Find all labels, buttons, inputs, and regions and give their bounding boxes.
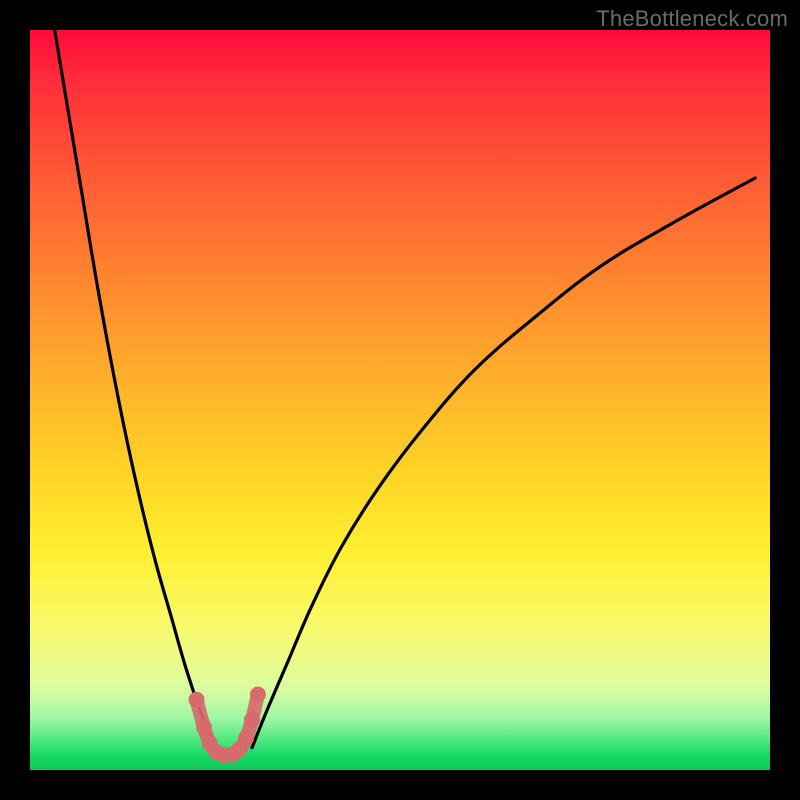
valley-accent-dots <box>189 687 266 764</box>
plot-area <box>30 30 770 770</box>
left-branch-curve <box>52 30 215 748</box>
curve-layer <box>30 30 770 770</box>
watermark-text: TheBottleneck.com <box>596 6 788 32</box>
chart-frame: TheBottleneck.com <box>0 0 800 800</box>
right-branch-curve <box>252 178 755 748</box>
